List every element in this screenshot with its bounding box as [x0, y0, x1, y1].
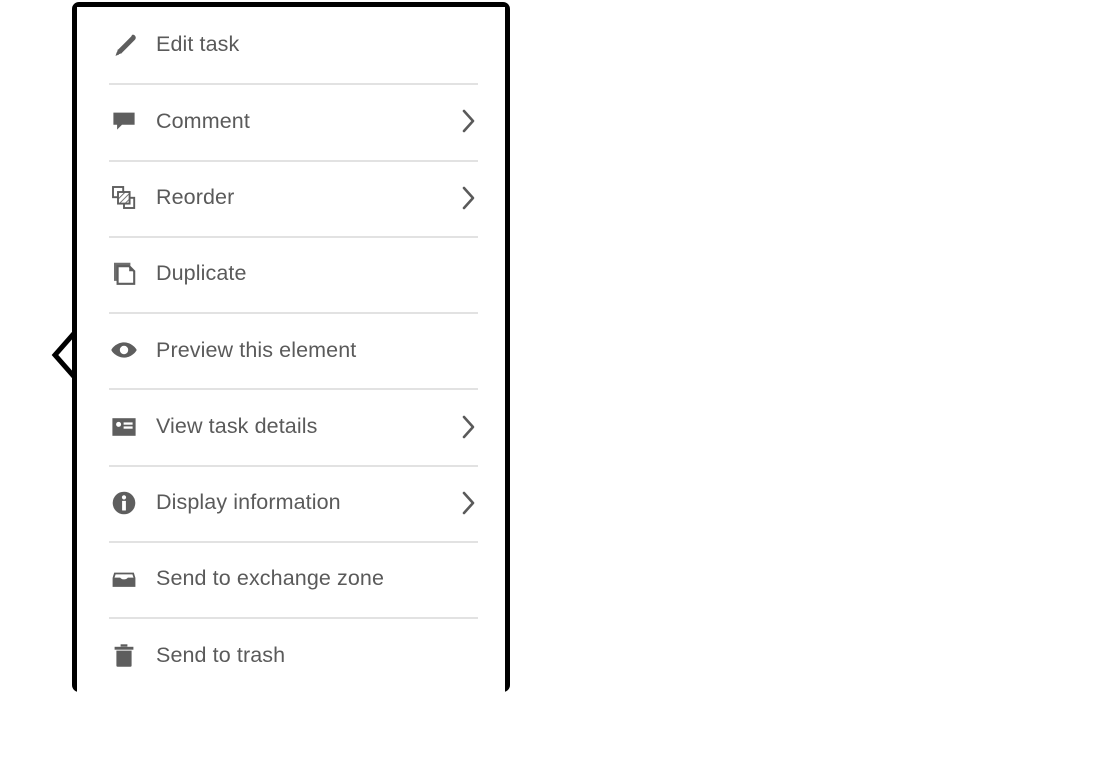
chevron-right-icon[interactable] [458, 414, 480, 440]
menu-item-label: Send to trash [156, 642, 286, 667]
trash-icon [109, 641, 139, 671]
menu-item-duplicate[interactable]: Duplicate [77, 235, 505, 313]
menu-item-label: Comment [156, 108, 250, 133]
task-context-menu: Edit task Comment Reorder Duplicate Prev… [51, 2, 510, 694]
pencil-icon [109, 30, 139, 60]
menu-item-label: Reorder [156, 184, 235, 209]
menu-item-comment[interactable]: Comment [77, 83, 505, 160]
menu-item-send-to-trash[interactable]: Send to trash [77, 617, 505, 694]
menu-item-send-to-exchange-zone[interactable]: Send to exchange zone [77, 541, 505, 618]
menu-item-label: Duplicate [156, 261, 247, 286]
chevron-right-icon[interactable] [458, 185, 480, 211]
menu-item-label: Edit task [156, 32, 240, 57]
menu-item-preview-this-element[interactable]: Preview this element [77, 312, 505, 389]
duplicate-icon [109, 259, 139, 289]
menu-item-label: Display information [156, 490, 341, 515]
chevron-right-icon[interactable] [458, 490, 480, 516]
menu-pointer-caret [51, 328, 77, 382]
menu-item-reorder[interactable]: Reorder [77, 159, 505, 236]
menu-item-label: View task details [156, 413, 318, 438]
eye-icon [109, 335, 139, 365]
inbox-icon [109, 564, 139, 594]
menu-item-edit-task[interactable]: Edit task [77, 7, 505, 84]
menu-item-display-information[interactable]: Display information [77, 464, 505, 542]
menu-item-list: Edit task Comment Reorder Duplicate Prev… [77, 7, 505, 694]
menu-item-label: Preview this element [156, 337, 357, 362]
screen: Edit task Comment Reorder Duplicate Prev… [0, 0, 1098, 768]
reorder-icon [109, 183, 139, 213]
chevron-right-icon[interactable] [458, 108, 480, 134]
menu-item-label: Send to exchange zone [156, 566, 385, 591]
menu-item-view-task-details[interactable]: View task details [77, 388, 505, 465]
info-icon [109, 488, 139, 518]
card-icon [109, 412, 139, 442]
comment-icon [109, 106, 139, 136]
